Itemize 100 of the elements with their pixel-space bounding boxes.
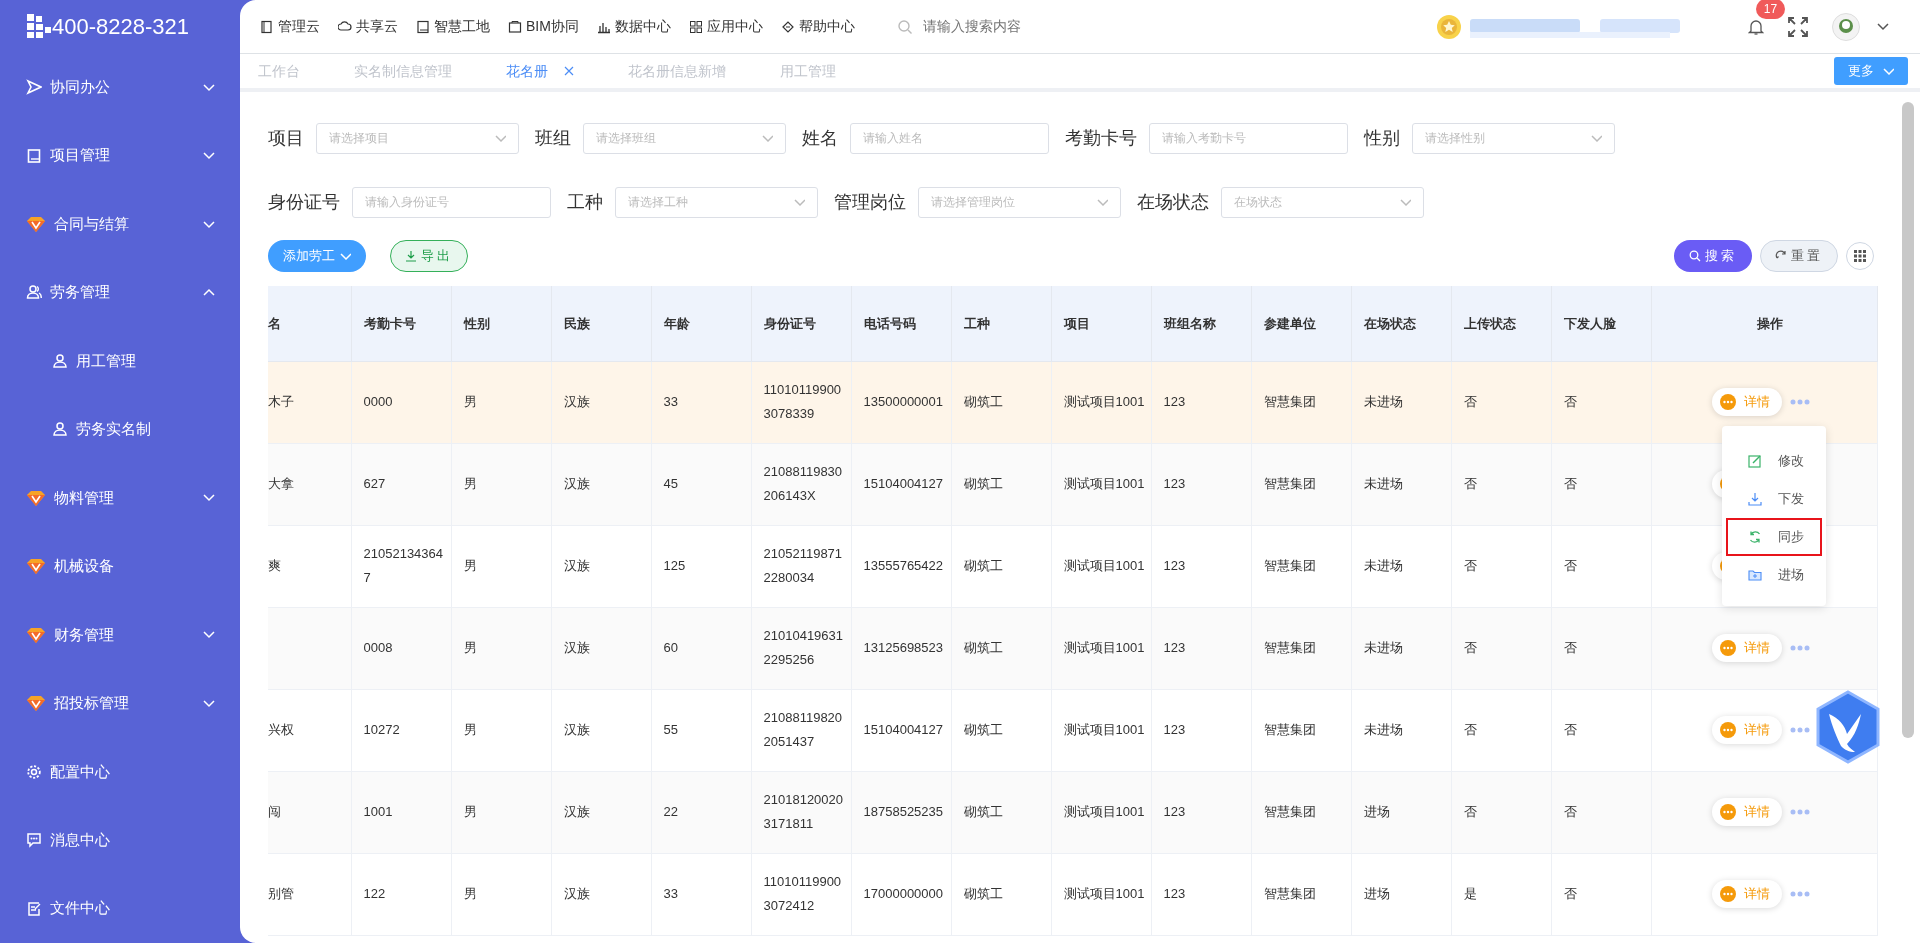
search-icon [896,18,913,35]
gem-icon [26,488,46,507]
nav-link[interactable]: BIM协同 [508,16,579,37]
table-cell: 15104004127 [863,722,944,737]
search-icon [1689,250,1701,262]
table-cell: 智慧集团 [1263,558,1316,573]
cloud-icon [338,19,352,34]
sidebar-item[interactable]: 协同办公 [0,52,240,122]
chevron-down-icon [1882,65,1894,77]
nav-link[interactable]: 智慧工地 [416,16,490,37]
table-cell: 智慧集团 [1263,394,1316,409]
scrollbar[interactable] [1902,102,1914,738]
table-cell: 砌筑工 [963,722,1003,737]
table-cell: 智慧集团 [1263,640,1316,655]
table-cell: 否 [1563,804,1577,819]
edit-icon [1748,454,1762,468]
table-cell: 爽 [268,558,281,573]
chevron-down-icon [1096,196,1108,208]
table-cell-text: 0000 [363,393,394,411]
table-cell: 汉族 [563,640,590,655]
reset-button[interactable]: 重置 [1760,240,1838,272]
table-cell: 否 [1563,722,1577,737]
nav-link[interactable]: 共享云 [338,16,398,37]
gem-icon [26,557,46,576]
table-cell: 55 [663,722,678,737]
table-cell: 否 [1463,394,1477,409]
table-cell: 15104004127 [863,476,944,491]
table-cell: 男 [463,722,477,737]
avatar [1832,12,1860,41]
table-cell: 否 [1463,558,1477,573]
table-cell: 否 [1563,558,1577,573]
ellipsis-icon [1789,727,1810,733]
download-icon [1748,492,1762,506]
people-icon [26,284,42,301]
table-cell: 男 [463,804,477,819]
table-cell-text: 210104196312295256 [763,627,843,669]
sidebar-item[interactable]: 财务管理 [0,600,240,670]
sidebar-subitem[interactable]: 用工管理 [0,326,240,396]
table-cell: 123 [1163,804,1186,819]
tab[interactable]: 花名册 [506,60,574,82]
sidebar-subitem[interactable]: 劳务实名制 [0,395,240,464]
table-cell: 123 [1163,558,1186,573]
menu-item[interactable]: 进场 [1726,556,1822,594]
diamond-icon [780,19,795,34]
menu-item[interactable]: 修改 [1726,442,1822,480]
table-cell-text: 122 [363,885,387,903]
input-field[interactable]: 请输入身份证号 [352,186,551,218]
table-cell: 智慧集团 [1263,886,1316,901]
nav-link[interactable]: 管理云 [260,16,320,37]
menu-item[interactable]: 下发 [1726,480,1822,518]
person-icon [52,421,68,438]
column-header: 身份证号 [751,286,851,361]
send-icon [26,79,42,96]
sidebar-item[interactable]: 消息中心 [0,806,240,875]
nav-link[interactable]: 数据中心 [596,16,671,37]
sidebar-item[interactable]: 劳务管理 [0,258,240,327]
input-field[interactable]: 请输入考勤卡号 [1149,122,1348,154]
nav-link[interactable]: 帮助中心 [780,16,855,37]
gem-icon [26,625,46,644]
table-cell: 13125698523 [863,640,944,655]
table-cell: 60 [663,640,678,655]
sidebar-item[interactable]: 招投标管理 [0,669,240,738]
sidebar-item[interactable]: 文件中心 [0,874,240,943]
export-button[interactable]: 导出 [390,240,468,272]
table-cell-text: 10272 [363,721,401,739]
column-header: 名 [268,286,351,361]
menu-item[interactable]: 同步 [1726,518,1822,556]
sidebar-item[interactable]: 配置中心 [0,737,240,806]
chat-icon [26,832,42,849]
more-circle-icon [1719,394,1736,410]
search-button[interactable]: 搜索 [1674,240,1752,272]
table-cell-text: 21088119830206143X [763,463,843,505]
table-cell: 测试项目1001 [1063,804,1145,819]
ellipsis-icon [1789,891,1810,897]
sidebar-item[interactable]: 项目管理 [0,121,240,190]
column-header: 操作 [1651,286,1877,361]
add-button[interactable]: 添加劳工 [268,240,366,272]
table-cell: 22 [663,804,678,819]
table-cell: 否 [1463,640,1477,655]
field-label: 项目 [268,126,304,150]
table-cell: 汉族 [563,558,590,573]
table-cell: 男 [463,558,477,573]
table-cell: 进场 [1363,886,1390,901]
nav-link[interactable]: 应用中心 [688,16,763,37]
table-cell: 砌筑工 [963,804,1003,819]
table-cell-text: 210521198712280034 [763,545,843,587]
table-cell: 18758525235 [863,804,944,819]
table-cell: 123 [1163,722,1186,737]
sidebar-item[interactable]: 物料管理 [0,463,240,533]
table-cell: 123 [1163,476,1186,491]
table-cell: 33 [663,394,678,409]
more-button[interactable]: 更多 [1834,57,1908,85]
table-cell: 测试项目1001 [1063,640,1145,655]
table-cell: 测试项目1001 [1063,394,1145,409]
sync-icon [1748,530,1762,544]
table-cell: 否 [1463,476,1477,491]
sidebar-item[interactable]: 合同与结算 [0,189,240,259]
input-field[interactable]: 请输入姓名 [850,122,1049,154]
column-settings-button[interactable] [1846,242,1874,270]
sidebar-item[interactable]: 机械设备 [0,532,240,601]
